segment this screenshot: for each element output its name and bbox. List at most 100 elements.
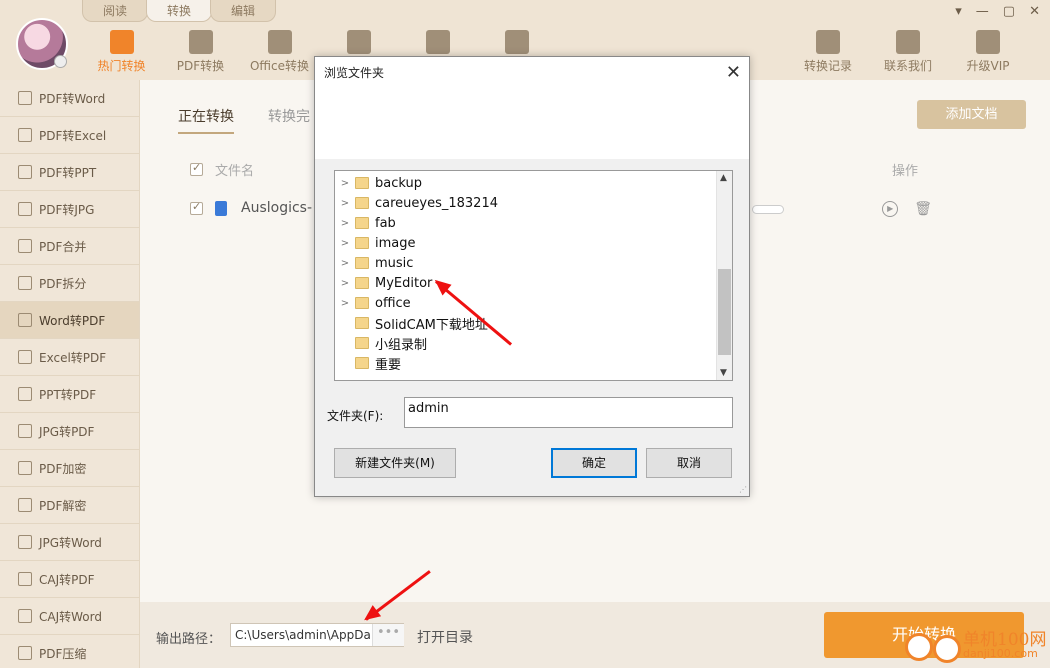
convert-icon — [18, 128, 32, 142]
sidebar-item-pdf-to-jpg[interactable]: PDF转JPG — [0, 191, 139, 228]
nav-contact[interactable]: 联系我们 — [868, 24, 948, 80]
pdf-icon — [188, 30, 213, 54]
minimize-icon[interactable]: — — [976, 4, 989, 19]
output-path-label: 输出路径： — [156, 632, 222, 647]
folder-icon — [355, 317, 369, 329]
chevron-right-icon[interactable]: > — [335, 178, 355, 189]
convert-icon — [18, 91, 32, 105]
chevron-right-icon[interactable]: > — [335, 218, 355, 229]
crown-icon — [976, 30, 1000, 54]
convert-icon — [18, 313, 32, 327]
tree-item-image[interactable]: > image — [335, 233, 416, 253]
dialog-title-text: 浏览文件夹 — [324, 66, 385, 80]
sidebar-item-label: PDF合并 — [39, 239, 87, 254]
tree-item-solidcam[interactable]: SolidCAM下载地址 — [335, 313, 488, 333]
tab-converting[interactable]: 正在转换 — [178, 106, 234, 134]
watermark-logo-icon — [905, 633, 933, 661]
select-all-checkbox[interactable] — [190, 161, 203, 176]
avatar-status-icon — [54, 55, 67, 68]
folder-icon — [355, 297, 369, 309]
row-progress-bar — [752, 205, 784, 214]
chevron-right-icon[interactable]: > — [335, 258, 355, 269]
tree-item-important[interactable]: 重要 — [335, 353, 401, 373]
resize-grip-icon[interactable]: ⋰ — [739, 485, 747, 494]
trash-icon[interactable]: 🗑 — [914, 201, 932, 217]
scrollbar-thumb[interactable] — [718, 269, 731, 355]
nav-vip[interactable]: 升级VIP — [948, 24, 1028, 80]
tree-item-label: backup — [375, 175, 422, 191]
sidebar-item-caj-to-pdf[interactable]: CAJ转PDF — [0, 561, 139, 598]
chevron-right-icon[interactable]: > — [335, 238, 355, 249]
sidebar-item-pdf-decrypt[interactable]: PDF解密 — [0, 487, 139, 524]
nav-history[interactable]: 转换记录 — [788, 24, 868, 80]
convert-icon — [18, 350, 32, 364]
new-folder-button[interactable]: 新建文件夹(M) — [334, 448, 456, 478]
tree-item-careueyes[interactable]: > careueyes_183214 — [335, 193, 498, 213]
sidebar-item-pdf-compress[interactable]: PDF压缩 — [0, 635, 139, 668]
tree-item-label: 重要 — [375, 357, 402, 373]
top-mode-tabs: 阅读 转换 编辑 — [82, 0, 276, 22]
sidebar-item-excel-to-pdf[interactable]: Excel转PDF — [0, 339, 139, 376]
sidebar-item-pdf-encrypt[interactable]: PDF加密 — [0, 450, 139, 487]
tree-item-fab[interactable]: > fab — [335, 213, 396, 233]
tree-item-myeditor[interactable]: > MyEditor — [335, 273, 433, 293]
row-filename: Auslogics- — [241, 200, 313, 216]
tree-item-office[interactable]: > office — [335, 293, 411, 313]
close-icon[interactable]: ✕ — [1029, 4, 1040, 19]
menu-dropdown-icon[interactable]: ▾ — [955, 4, 962, 19]
convert-icon — [18, 572, 32, 586]
tree-item-backup[interactable]: > backup — [335, 173, 422, 193]
tab-read[interactable]: 阅读 — [82, 0, 148, 22]
chevron-right-icon[interactable]: > — [335, 278, 355, 289]
ok-button[interactable]: 确定 — [551, 448, 637, 478]
browse-path-button[interactable]: ••• — [372, 624, 404, 646]
sidebar-item-label: JPG转Word — [39, 535, 102, 550]
tree-scrollbar[interactable]: ▲ ▼ — [716, 171, 732, 380]
compress-icon — [18, 646, 32, 660]
chevron-right-icon[interactable]: > — [335, 198, 355, 209]
play-icon[interactable]: ▶ — [882, 201, 899, 217]
sidebar-item-label: CAJ转PDF — [39, 572, 95, 587]
sidebar-item-label: Excel转PDF — [39, 350, 107, 365]
nav-pdf-convert[interactable]: PDF转换 — [161, 24, 240, 80]
sidebar-item-caj-to-word[interactable]: CAJ转Word — [0, 598, 139, 635]
col-operations: 操作 — [891, 164, 918, 179]
nav-label: Office转换 — [249, 59, 310, 73]
sidebar-item-jpg-to-word[interactable]: JPG转Word — [0, 524, 139, 561]
folder-tree[interactable]: > backup > careueyes_183214 > fab > image > m… — [334, 170, 733, 381]
unlock-icon — [18, 498, 32, 512]
sidebar-item-pdf-split[interactable]: PDF拆分 — [0, 265, 139, 302]
watermark-logo-icon — [933, 635, 961, 663]
tree-item-group-recording[interactable]: 小组录制 — [335, 333, 427, 353]
tab-edit[interactable]: 编辑 — [210, 0, 276, 22]
tree-item-music[interactable]: > music — [335, 253, 414, 273]
lock-icon — [18, 461, 32, 475]
sidebar-item-label: CAJ转Word — [39, 609, 102, 624]
file-list-header: 文件名 — [190, 160, 254, 179]
sidebar-item-pdf-to-excel[interactable]: PDF转Excel — [0, 117, 139, 154]
sidebar-item-pdf-to-word[interactable]: PDF转Word — [0, 80, 139, 117]
scroll-up-icon[interactable]: ▲ — [720, 173, 727, 183]
tab-completed[interactable]: 转换完 — [268, 106, 310, 134]
sidebar-item-word-to-pdf[interactable]: Word转PDF — [0, 302, 139, 339]
cancel-button[interactable]: 取消 — [646, 448, 732, 478]
maximize-icon[interactable]: ▢ — [1003, 4, 1015, 19]
folder-icon — [355, 277, 369, 289]
nav-office-convert[interactable]: Office转换 — [240, 24, 319, 80]
open-directory-link[interactable]: 打开目录 — [417, 627, 473, 647]
sidebar-item-label: JPG转PDF — [39, 424, 95, 439]
nav-label: 转换记录 — [803, 59, 852, 73]
sidebar-item-jpg-to-pdf[interactable]: JPG转PDF — [0, 413, 139, 450]
sidebar-item-ppt-to-pdf[interactable]: PPT转PDF — [0, 376, 139, 413]
add-document-button[interactable]: 添加文档 — [917, 100, 1026, 129]
row-checkbox[interactable] — [190, 200, 203, 215]
scroll-down-icon[interactable]: ▼ — [720, 368, 727, 378]
nav-hot-convert[interactable]: 热门转换 — [82, 24, 161, 80]
cabinet-icon — [504, 30, 529, 54]
dialog-close-icon[interactable]: ✕ — [726, 57, 741, 89]
sidebar-item-pdf-to-ppt[interactable]: PDF转PPT — [0, 154, 139, 191]
sidebar-item-pdf-merge[interactable]: PDF合并 — [0, 228, 139, 265]
tab-convert[interactable]: 转换 — [146, 0, 212, 22]
chevron-right-icon[interactable]: > — [335, 298, 355, 309]
folder-name-input[interactable]: admin — [404, 397, 733, 428]
